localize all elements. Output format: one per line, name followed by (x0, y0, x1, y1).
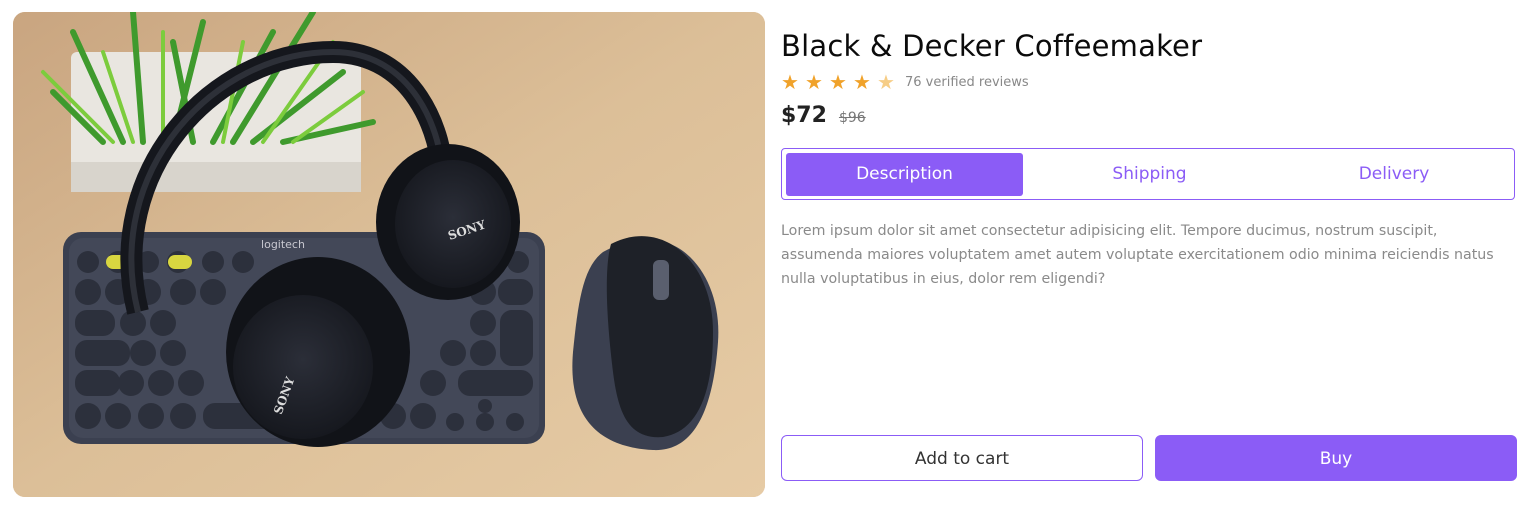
tab-delivery[interactable]: Delivery (1272, 153, 1516, 196)
star-icon: ★ (805, 70, 823, 94)
star-half-icon: ★ (877, 70, 895, 94)
star-icon: ★ (829, 70, 847, 94)
buy-button[interactable]: Buy (1155, 435, 1517, 481)
product-title: Black & Decker Coffeemaker (781, 29, 1203, 63)
original-price: $96 (838, 110, 866, 126)
current-price: $72 (781, 103, 827, 128)
tab-description[interactable]: Description (786, 153, 1023, 196)
tab-shipping[interactable]: Shipping (1027, 153, 1272, 196)
product-image: logitech SONY SONY (13, 12, 765, 497)
tab-bar: Description Shipping Delivery (781, 148, 1515, 200)
product-info: Black & Decker Coffeemaker ★ ★ ★ ★ ★ 76 … (781, 0, 1517, 509)
star-icon: ★ (853, 70, 871, 94)
description-text: Lorem ipsum dolor sit amet consectetur a… (781, 223, 1494, 287)
review-count[interactable]: 76 verified reviews (905, 75, 1029, 90)
product-photo-illustration: logitech SONY SONY (13, 12, 765, 497)
mouse (572, 236, 719, 451)
add-to-cart-button[interactable]: Add to cart (781, 435, 1143, 481)
star-icon: ★ (781, 70, 799, 94)
keyboard-brand: logitech (261, 238, 305, 251)
price: $72 $96 (781, 103, 866, 128)
rating: ★ ★ ★ ★ ★ 76 verified reviews (781, 70, 1029, 94)
